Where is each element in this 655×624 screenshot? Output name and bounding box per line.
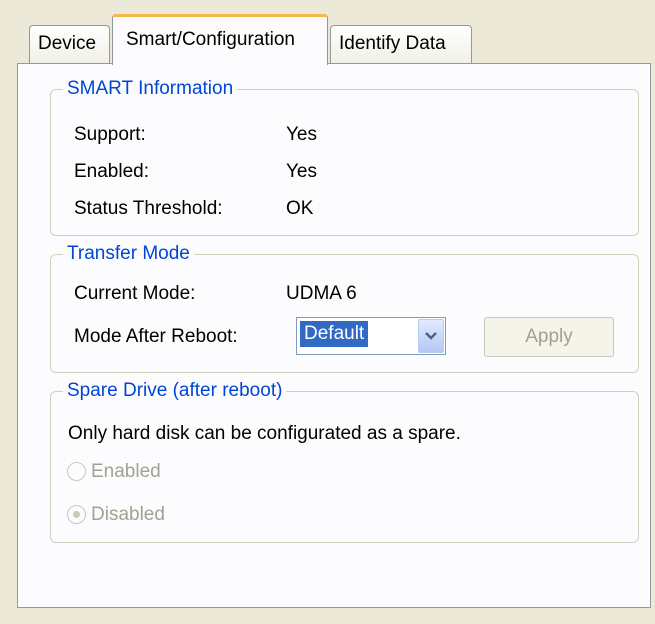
transfer-mode-title: Transfer Mode [63, 241, 194, 267]
tab-identify-data[interactable]: Identify Data [330, 25, 472, 64]
radio-selected-dot [73, 511, 80, 518]
enabled-radio[interactable] [67, 462, 86, 481]
disabled-radio[interactable] [67, 505, 86, 524]
smart-information-title: SMART Information [63, 76, 238, 102]
mode-after-reboot-select[interactable]: Default [296, 317, 446, 355]
enabled-radio-label[interactable]: Enabled [91, 460, 161, 484]
spare-drive-group: Spare Drive (after reboot) Only hard dis… [50, 378, 639, 543]
status-threshold-value: OK [286, 198, 314, 219]
current-mode-label: Current Mode: [74, 283, 196, 304]
support-value: Yes [286, 124, 317, 145]
smart-information-group: SMART Information Support: Yes Enabled: … [50, 76, 639, 236]
apply-button[interactable]: Apply [484, 317, 614, 357]
dropdown-button[interactable] [418, 319, 444, 353]
enabled-value: Yes [286, 161, 317, 182]
disabled-radio-label[interactable]: Disabled [91, 503, 165, 527]
tab-smart-configuration[interactable]: Smart/Configuration [112, 14, 328, 65]
enabled-label: Enabled: [74, 161, 150, 182]
current-mode-value: UDMA 6 [286, 283, 357, 304]
mode-after-reboot-selected-value: Default [300, 321, 369, 347]
mode-after-reboot-label: Mode After Reboot: [74, 326, 238, 347]
status-threshold-label: Status Threshold: [74, 198, 223, 219]
support-label: Support: [74, 124, 146, 145]
chevron-down-icon [425, 332, 437, 340]
transfer-mode-group: Transfer Mode Current Mode: UDMA 6 Mode … [50, 241, 639, 373]
tab-panel: SMART Information Support: Yes Enabled: … [17, 63, 651, 608]
tab-device[interactable]: Device [29, 25, 110, 64]
spare-drive-title: Spare Drive (after reboot) [63, 378, 287, 404]
spare-drive-note: Only hard disk can be configurated as a … [68, 423, 461, 444]
